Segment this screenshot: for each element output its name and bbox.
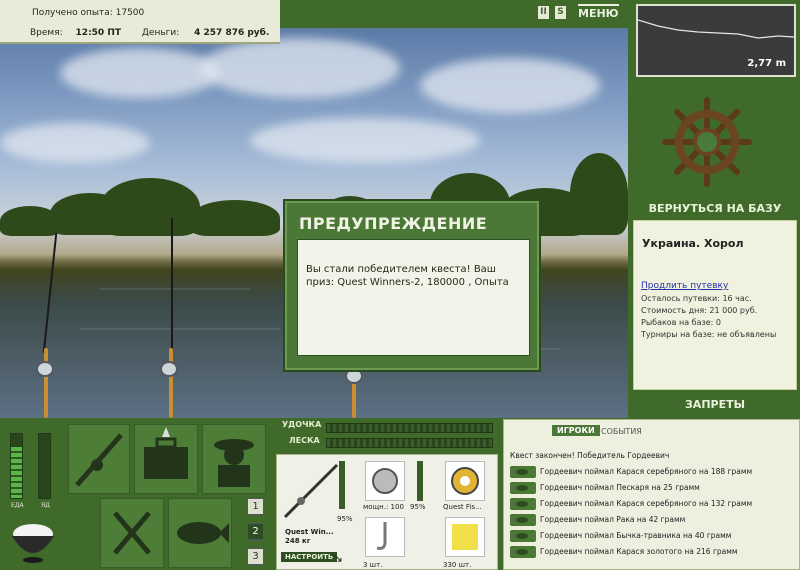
rod-weight: 248 кг	[285, 537, 311, 545]
cloud	[420, 58, 600, 113]
rod-select-2[interactable]: 2	[247, 523, 264, 540]
sound-icon[interactable]: S	[555, 5, 566, 19]
log-line: Гордеевич поймал Пескаря на 25 грамм	[540, 483, 700, 492]
prolong-permit-link[interactable]: Продлить путевку	[641, 281, 728, 291]
cloud	[60, 48, 220, 98]
fish-icon	[510, 514, 536, 526]
xp-label: Получено опыта:	[32, 8, 113, 18]
day-cost: Стоимость дня: 21 000 руб.	[641, 306, 758, 315]
rod-name: Quest Win...	[285, 528, 334, 536]
rod-2-handle[interactable]	[169, 348, 173, 418]
reel-wear-bar	[417, 461, 423, 501]
cloud	[200, 38, 400, 98]
tackle-box-tile[interactable]	[134, 424, 198, 494]
water-reflection	[100, 288, 250, 290]
top-icons: II S МЕНЮ	[538, 4, 619, 20]
depth-gauge: 2,77 m	[636, 4, 796, 77]
food-meter-fill	[11, 446, 22, 498]
reel-pct: 95%	[410, 503, 426, 511]
tree	[100, 178, 200, 236]
tournaments-status: Турниры на базе: не объявлены	[641, 330, 777, 339]
location-panel: Украина. Хорол Продлить путевку Осталось…	[633, 220, 797, 390]
rods-tile[interactable]	[68, 424, 130, 494]
hooks-count: 3 шт.	[363, 561, 383, 569]
event-log-panel: ИГРОКИ СОБЫТИЯ Квест закончен! Победител…	[503, 419, 800, 570]
log-line: Гордеевич поймал Бычка-травника на 40 гр…	[540, 531, 732, 540]
cook-tile[interactable]	[100, 498, 164, 568]
hooks-slot[interactable]	[365, 517, 405, 557]
rod-select-3[interactable]: 3	[247, 548, 264, 565]
reel-slot[interactable]	[365, 461, 405, 501]
log-line: Квест закончен! Победитель Гордеевич	[510, 451, 670, 460]
fish-cage-tile[interactable]	[168, 498, 232, 568]
rod-wear-bar	[339, 461, 345, 509]
player-info-panel: Получено опыта: 17500 Время: 12:50 ПТ Де…	[0, 0, 280, 44]
rod-1-reel[interactable]	[36, 361, 54, 377]
fish-icon	[510, 482, 536, 494]
fish-icon	[510, 498, 536, 510]
time-label: Время:	[30, 28, 63, 38]
arrow-icon[interactable]: ↘	[333, 551, 343, 565]
permit-remaining: Осталось путевки: 16 час.	[641, 294, 752, 303]
food-meter	[10, 433, 23, 499]
log-line: Гордеевич поймал Рака на 42 грамм	[540, 515, 686, 524]
tree	[190, 200, 280, 236]
xp-value: 17500	[115, 8, 145, 18]
rod-select-1[interactable]: 1	[247, 498, 264, 515]
bait-slot[interactable]	[445, 517, 485, 557]
rod-tip	[171, 218, 173, 353]
bans-button[interactable]: ЗАПРЕТЫ	[630, 398, 800, 411]
bait-count: 330 шт.	[443, 561, 472, 569]
poison-label: ЯД	[41, 502, 50, 509]
line-strength-bar	[326, 438, 493, 448]
rod-pct: 95%	[337, 515, 353, 523]
time-value: 12:50 ПТ	[75, 28, 121, 38]
xp-row: Получено опыта: 17500	[32, 8, 144, 18]
menu-button[interactable]: МЕНЮ	[578, 4, 619, 20]
water-reflection	[80, 328, 280, 330]
dialog-title: ПРЕДУПРЕЖДЕНИЕ	[299, 214, 488, 233]
cloud	[0, 123, 150, 163]
rod-icon	[283, 463, 339, 519]
tackle-panel: 95% Quest Win... 248 кг НАСТРОИТЬ ↘ мощн…	[276, 454, 498, 570]
food-bowl-icon[interactable]	[8, 514, 58, 564]
fish-icon	[510, 530, 536, 542]
line-slot[interactable]	[445, 461, 485, 501]
fisherman-tile[interactable]	[202, 424, 266, 494]
log-line: Гордеевич поймал Карася золотого на 216 …	[540, 547, 738, 556]
tree	[570, 153, 628, 235]
rod-slot[interactable]: 95% Quest Win... 248 кг	[279, 457, 357, 551]
warning-dialog: ПРЕДУПРЕЖДЕНИЕ Вы стали победителем квес…	[283, 199, 541, 372]
cloud	[250, 118, 480, 163]
poison-meter	[38, 433, 51, 499]
money-value: 4 257 876 руб.	[194, 28, 270, 38]
rod-tip	[42, 233, 58, 353]
depth-value: 2,77 m	[747, 58, 786, 69]
tab-players[interactable]: ИГРОКИ	[552, 425, 600, 436]
rod-2-reel[interactable]	[160, 361, 178, 377]
line-strength-label: ЛЕСКА	[289, 436, 320, 445]
rod-strength-label: УДОЧКА	[282, 420, 322, 429]
tab-events[interactable]: СОБЫТИЯ	[601, 427, 642, 436]
line-name: Quest Fis...	[443, 503, 482, 511]
money-label: Деньги:	[141, 28, 180, 38]
pause-icon[interactable]: II	[538, 5, 549, 19]
dialog-message: Вы стали победителем квеста! Ваш приз: Q…	[297, 239, 530, 356]
time-money-row: Время: 12:50 ПТ Деньги: 4 257 876 руб.	[30, 28, 269, 38]
fishers-count: Рыбаков на базе: 0	[641, 318, 721, 327]
reel-power: мощн.: 100	[363, 503, 404, 511]
fish-icon	[510, 546, 536, 558]
log-line: Гордеевич поймал Карася серебряного на 1…	[540, 467, 753, 476]
location-title: Украина. Хорол	[642, 237, 744, 250]
ship-wheel-icon[interactable]	[662, 92, 752, 192]
rod-1-handle[interactable]	[44, 348, 48, 418]
back-to-base-button[interactable]: ВЕРНУТЬСЯ НА БАЗУ	[630, 202, 800, 215]
food-label: ЕДА	[11, 502, 24, 509]
setup-button[interactable]: НАСТРОИТЬ	[281, 552, 338, 562]
fish-icon	[510, 466, 536, 478]
log-line: Гордеевич поймал Карася серебряного на 1…	[540, 499, 753, 508]
rod-strength-bar	[326, 423, 493, 433]
